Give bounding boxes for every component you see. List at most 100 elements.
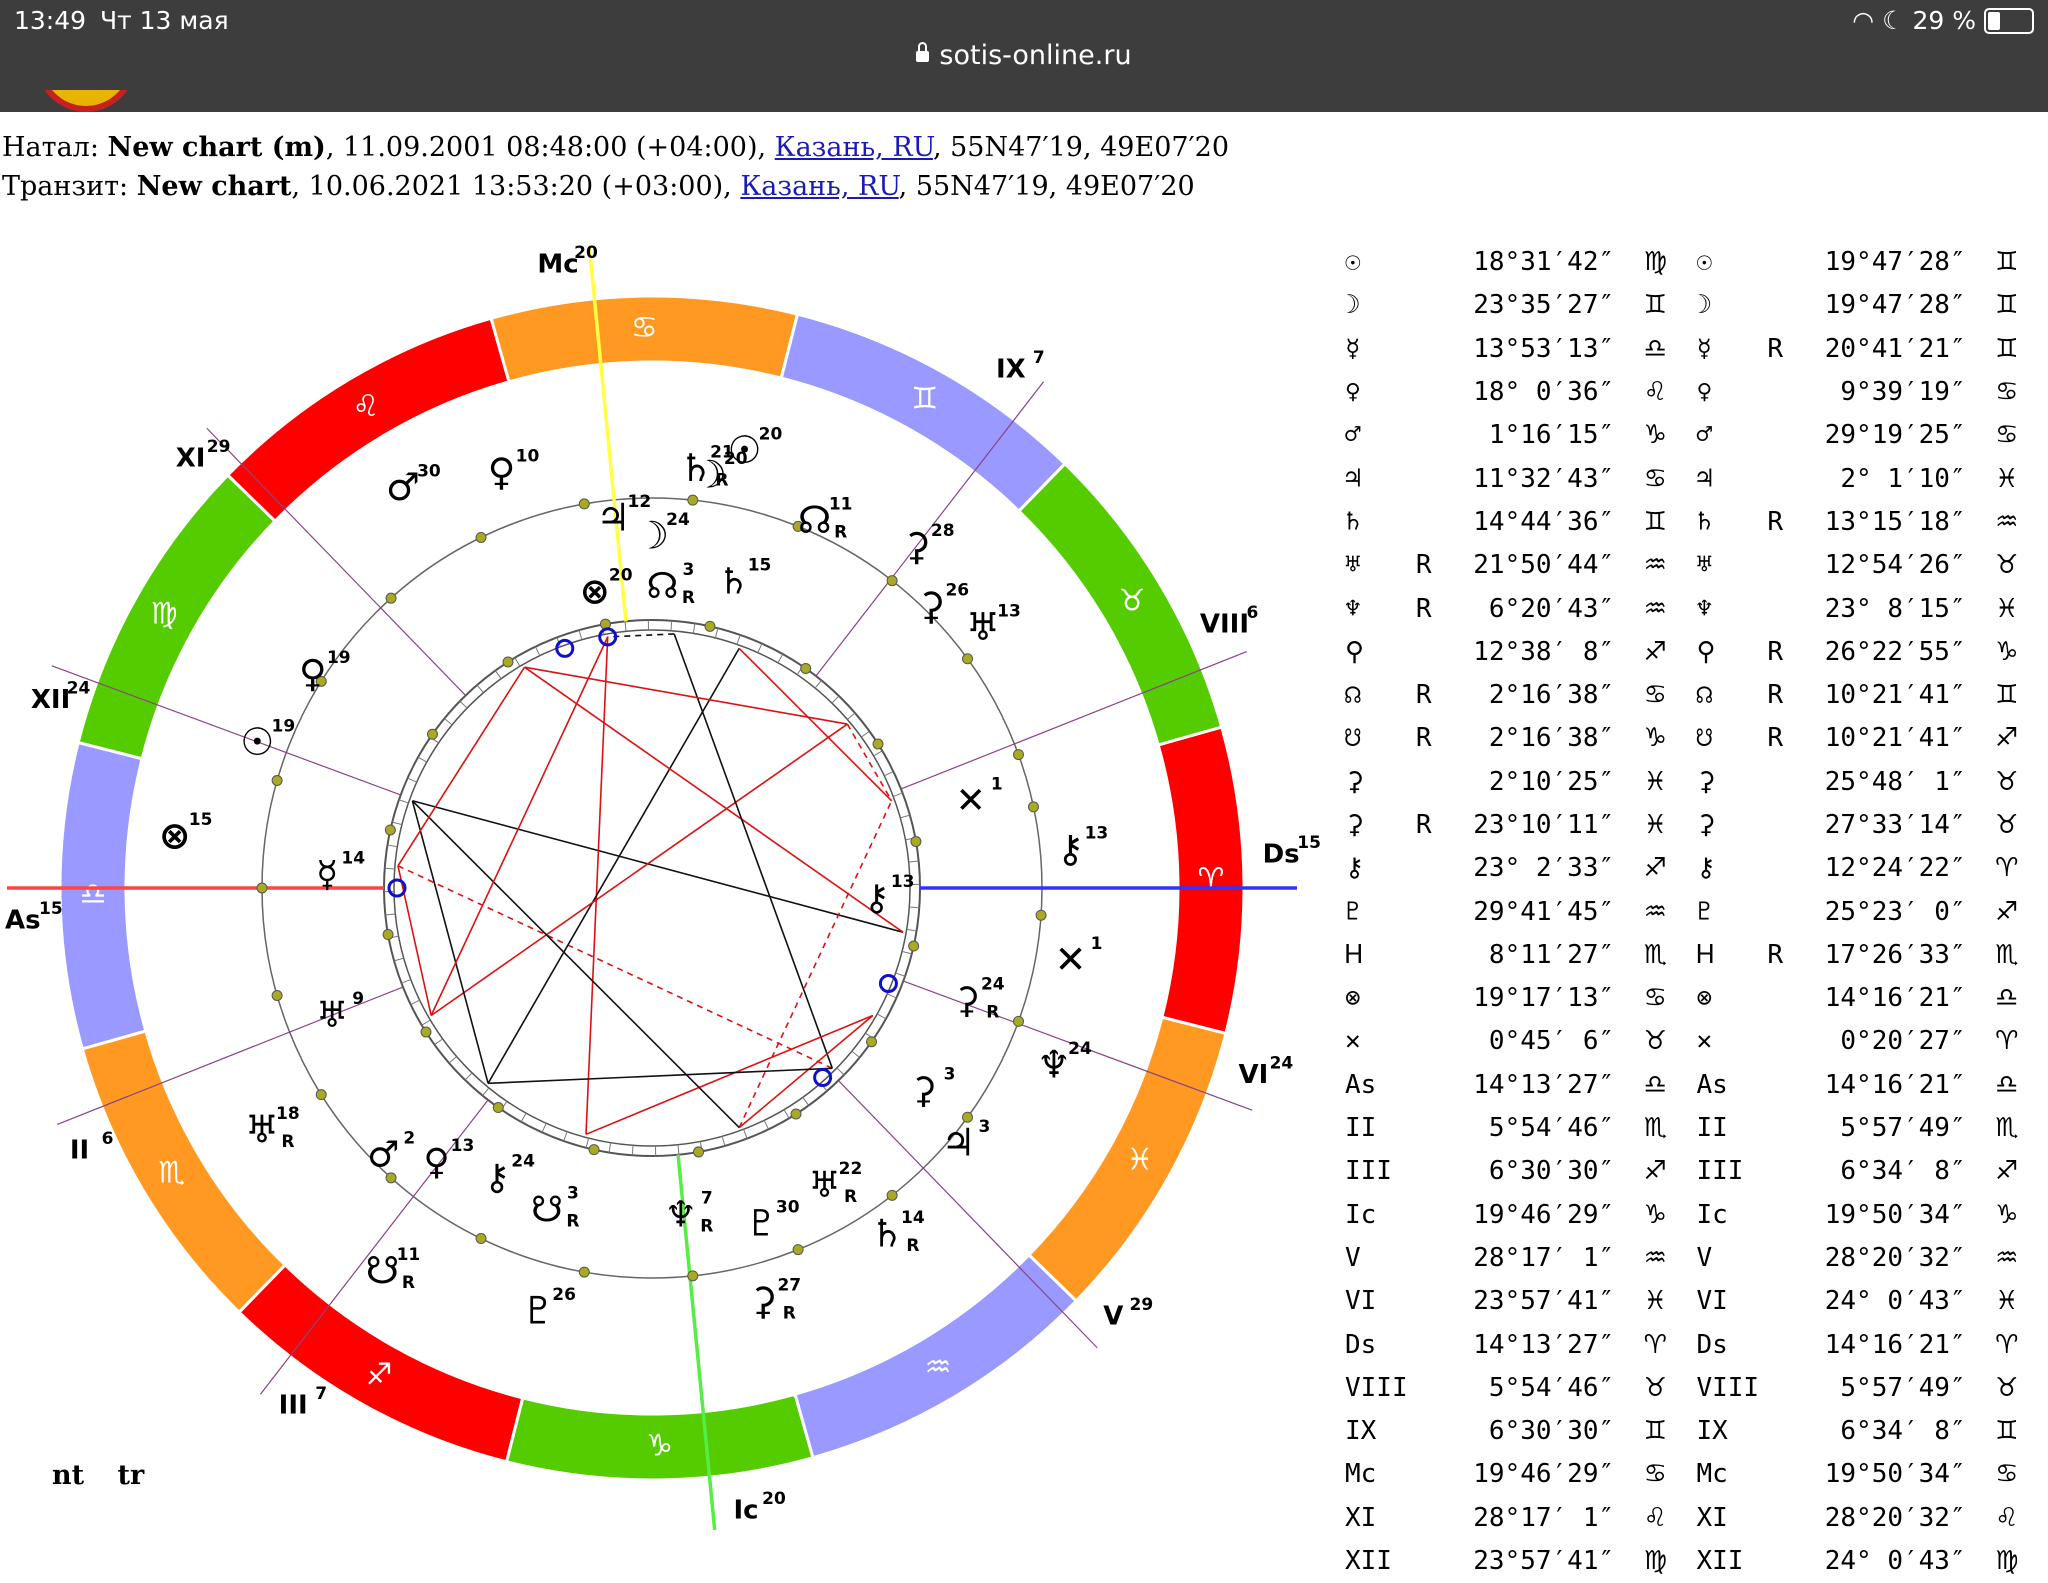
transit-planet-icon: ♆	[1037, 1042, 1071, 1086]
natal-planet-icon: ☿	[316, 855, 338, 896]
natal-planet-degree: 13	[451, 1136, 475, 1156]
natal-retro	[1408, 1237, 1440, 1280]
transit-glyph: ♄	[1696, 501, 1759, 544]
natal-glyph: ♅	[1345, 544, 1408, 587]
natal-value: 28°17′ 1″	[1440, 1497, 1614, 1540]
degree-tick	[435, 1039, 443, 1045]
natal-value: 18°31′42″	[1440, 241, 1614, 284]
natal-sign: ♎	[1614, 328, 1696, 371]
sign-sagittarius-icon: ♐	[366, 1357, 393, 1392]
transit-dot	[476, 532, 486, 542]
transit-value: 9°39′19″	[1791, 371, 1965, 414]
transit-sign: ♒	[1966, 501, 2048, 544]
transit-glyph: ☊	[1696, 674, 1759, 717]
transit-planet-icon: ⚳	[749, 1279, 777, 1323]
aspect-line	[674, 634, 832, 1068]
transit-retro	[1759, 1150, 1791, 1193]
date: Чт 13 мая	[100, 6, 229, 35]
transit-planet-icon: ⚳	[917, 584, 945, 628]
transit-value: 19°50′34″	[1791, 1453, 1965, 1496]
transit-glyph: Ds	[1696, 1323, 1759, 1366]
degree-tick	[887, 994, 896, 998]
aspect-line	[398, 667, 525, 866]
natal-glyph: ♃	[1345, 457, 1408, 500]
natal-place-link[interactable]: Казань, RU	[775, 132, 933, 163]
transit-retro: R	[1759, 631, 1791, 674]
aspect-marker	[815, 1070, 831, 1086]
site-logo[interactable]	[36, 90, 136, 112]
transit-planet-degree: 18	[276, 1104, 300, 1124]
transit-value: 25°23′ 0″	[1791, 890, 1965, 933]
transit-planet-degree: 27	[777, 1275, 801, 1295]
positions-table: ☉18°31′42″♍☉19°47′28″♊☽23°35′27″♊☽19°47′…	[1345, 241, 2048, 1583]
transit-planet-degree: 19	[271, 716, 295, 736]
house-cusp-degree-mc: 20	[574, 243, 598, 263]
natal-retro	[1408, 890, 1440, 933]
transit-planet-degree: 30	[417, 461, 441, 481]
transit-planet-icon: ☊	[798, 498, 832, 542]
transit-retro	[1759, 890, 1791, 933]
position-row: ♂1°16′15″♑♂29°19′25″♋	[1345, 414, 2048, 457]
aspect-line	[488, 1068, 832, 1083]
transit-glyph: ⚲	[1696, 631, 1759, 674]
transit-dot	[579, 1267, 589, 1277]
natal-value: 5°54′46″	[1440, 1107, 1614, 1150]
natal-planet-icon: ⊗	[580, 572, 610, 613]
degree-tick	[884, 771, 893, 775]
transit-planet-degree: 14	[901, 1208, 925, 1228]
natal-value: 14°13′27″	[1440, 1064, 1614, 1107]
natal-glyph: ☊	[1345, 674, 1408, 717]
position-row: Mc19°46′29″♋Mc19°50′34″♋	[1345, 1453, 2048, 1496]
transit-glyph: ⚳	[1696, 804, 1759, 847]
transit-retro: R	[1759, 717, 1791, 760]
legend-natal: nt	[52, 1460, 84, 1491]
transit-planet-degree: 13	[1085, 823, 1109, 843]
natal-sign: ♊	[1614, 1410, 1696, 1453]
transit-place-link[interactable]: Казань, RU	[740, 171, 898, 202]
house-cusp-degree-xii: 24	[67, 678, 91, 698]
degree-tick	[893, 793, 902, 797]
transit-retro	[1759, 544, 1791, 587]
natal-glyph: Mc	[1345, 1453, 1408, 1496]
transit-glyph: VIII	[1696, 1367, 1759, 1410]
aspect-line	[586, 637, 608, 1134]
transit-value: 14°16′21″	[1791, 1323, 1965, 1366]
natal-retro	[1408, 371, 1440, 414]
transit-dot	[476, 1234, 486, 1244]
transit-sign: ♏	[1966, 934, 2048, 977]
position-row: IX6°30′30″♊IX6°34′ 8″♊	[1345, 1410, 2048, 1453]
transit-planet-degree: 11	[397, 1245, 421, 1265]
degree-tick	[385, 914, 395, 915]
degree-tick	[392, 822, 402, 824]
natal-glyph: ✕	[1345, 1020, 1408, 1063]
natal-sign: ♓	[1614, 761, 1696, 804]
natal-coords: , 55N47′19, 49E07′20	[933, 132, 1229, 163]
transit-planet-degree: 13	[997, 601, 1021, 621]
sign-cancer-icon: ♋	[631, 311, 658, 346]
transit-planet-degree: 24	[666, 510, 690, 530]
natal-value: 2°10′25″	[1440, 761, 1614, 804]
natal-sign: ♓	[1614, 804, 1696, 847]
natal-glyph: Ds	[1345, 1323, 1408, 1366]
transit-value: 5°57′49″	[1791, 1107, 1965, 1150]
transit-value: 28°20′32″	[1791, 1497, 1965, 1540]
natal-dot	[694, 1147, 704, 1157]
transit-retro	[1759, 1453, 1791, 1496]
natal-glyph: ☿	[1345, 328, 1408, 371]
sign-gemini-icon: ♊	[911, 382, 938, 417]
natal-planet-icon: ⚷	[484, 1157, 510, 1198]
natal-retro	[1408, 847, 1440, 890]
transit-dot	[1036, 910, 1046, 920]
lock-icon	[916, 51, 929, 62]
natal-glyph: XI	[1345, 1497, 1408, 1540]
natal-sign: ♍	[1614, 241, 1696, 284]
degree-tick	[909, 861, 919, 862]
aspect-line	[412, 801, 488, 1084]
address-bar[interactable]: sotis-online.ru	[0, 40, 2048, 71]
transit-retro	[1759, 284, 1791, 327]
natal-retro	[1408, 501, 1440, 544]
natal-dot	[421, 1027, 431, 1037]
transit-planet-icon: ☉	[240, 720, 274, 764]
natal-retro	[1408, 1107, 1440, 1150]
natal-retro	[1408, 1064, 1440, 1107]
